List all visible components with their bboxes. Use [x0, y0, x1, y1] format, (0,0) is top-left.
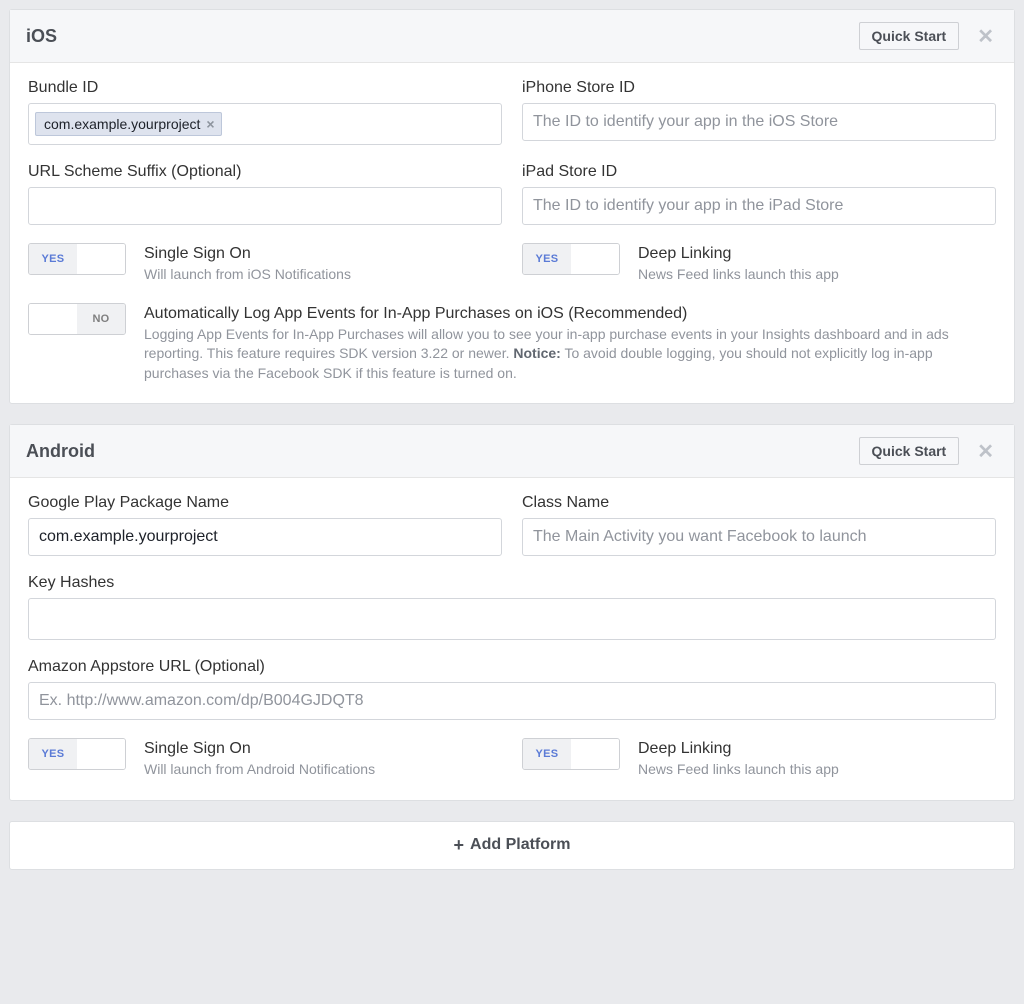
key-hashes-label: Key Hashes [28, 574, 996, 592]
ios-panel: iOS Quick Start ✕ Bundle ID com.example.… [9, 9, 1015, 404]
plus-icon: + [454, 835, 465, 856]
package-name-input[interactable] [28, 518, 502, 556]
ios-autolog-sub: Logging App Events for In-App Purchases … [144, 325, 996, 384]
ios-sso-no[interactable] [77, 244, 125, 274]
android-sso-no[interactable] [77, 739, 125, 769]
amazon-url-label: Amazon Appstore URL (Optional) [28, 658, 996, 676]
ios-deeplink-title: Deep Linking [638, 245, 839, 263]
android-sso-title: Single Sign On [144, 740, 375, 758]
ipad-store-id-label: iPad Store ID [522, 163, 996, 181]
android-deeplink-toggle[interactable]: YES [522, 738, 620, 770]
android-panel: Android Quick Start ✕ Google Play Packag… [9, 424, 1015, 801]
bundle-id-chip: com.example.yourproject × [35, 112, 222, 136]
android-sso-sub: Will launch from Android Notifications [144, 760, 375, 780]
ios-deeplink-yes[interactable]: YES [523, 244, 571, 274]
ios-sso-yes[interactable]: YES [29, 244, 77, 274]
bundle-id-chip-text: com.example.yourproject [44, 116, 200, 132]
android-quick-start-button[interactable]: Quick Start [859, 437, 960, 465]
android-deeplink-sub: News Feed links launch this app [638, 760, 839, 780]
class-name-input[interactable] [522, 518, 996, 556]
ios-close-icon[interactable]: ✕ [973, 24, 998, 49]
add-platform-button[interactable]: + Add Platform [9, 821, 1015, 870]
bundle-id-input[interactable]: com.example.yourproject × [28, 103, 502, 145]
ios-quick-start-button[interactable]: Quick Start [859, 22, 960, 50]
ios-panel-body: Bundle ID com.example.yourproject × iPho… [10, 63, 1014, 403]
url-scheme-suffix-label: URL Scheme Suffix (Optional) [28, 163, 502, 181]
android-deeplink-title: Deep Linking [638, 740, 839, 758]
amazon-url-input[interactable] [28, 682, 996, 720]
ios-panel-header: iOS Quick Start ✕ [10, 10, 1014, 63]
url-scheme-suffix-input[interactable] [28, 187, 502, 225]
ios-autolog-title: Automatically Log App Events for In-App … [144, 305, 996, 323]
android-sso-yes[interactable]: YES [29, 739, 77, 769]
android-panel-header: Android Quick Start ✕ [10, 425, 1014, 478]
ios-autolog-toggle[interactable]: NO [28, 303, 126, 335]
add-platform-label: Add Platform [470, 836, 570, 854]
ios-sso-sub: Will launch from iOS Notifications [144, 265, 351, 285]
package-name-label: Google Play Package Name [28, 494, 502, 512]
android-deeplink-yes[interactable]: YES [523, 739, 571, 769]
ios-autolog-yes[interactable] [29, 304, 77, 334]
iphone-store-id-input[interactable] [522, 103, 996, 141]
ios-deeplink-no[interactable] [571, 244, 619, 274]
android-panel-title: Android [26, 441, 859, 462]
ios-sso-toggle[interactable]: YES [28, 243, 126, 275]
android-sso-toggle[interactable]: YES [28, 738, 126, 770]
android-deeplink-no[interactable] [571, 739, 619, 769]
ipad-store-id-input[interactable] [522, 187, 996, 225]
ios-autolog-notice: Notice: [513, 345, 560, 361]
android-panel-body: Google Play Package Name Class Name Key … [10, 478, 1014, 800]
ios-deeplink-sub: News Feed links launch this app [638, 265, 839, 285]
ios-deeplink-toggle[interactable]: YES [522, 243, 620, 275]
iphone-store-id-label: iPhone Store ID [522, 79, 996, 97]
ios-autolog-no[interactable]: NO [77, 304, 125, 334]
ios-sso-title: Single Sign On [144, 245, 351, 263]
key-hashes-input[interactable] [28, 598, 996, 640]
class-name-label: Class Name [522, 494, 996, 512]
android-close-icon[interactable]: ✕ [973, 439, 998, 464]
bundle-id-chip-remove-icon[interactable]: × [206, 116, 214, 132]
ios-panel-title: iOS [26, 26, 859, 47]
bundle-id-label: Bundle ID [28, 79, 502, 97]
